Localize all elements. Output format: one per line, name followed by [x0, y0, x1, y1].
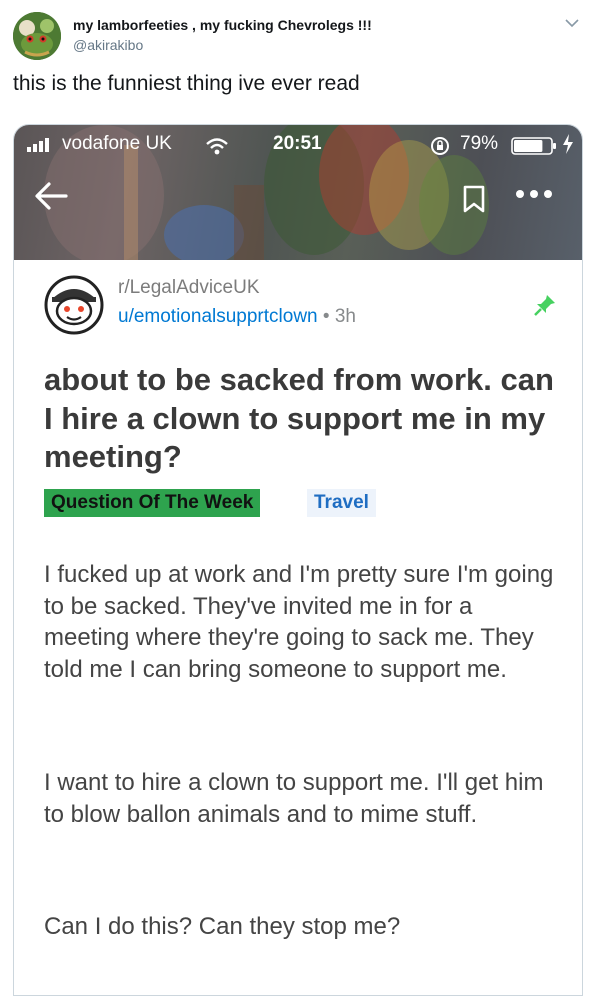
- pin-icon: [534, 295, 555, 316]
- rotation-lock-icon: [431, 137, 449, 155]
- user-handle[interactable]: @akirakibo: [73, 37, 143, 53]
- meta-separator: •: [322, 306, 330, 327]
- post-title[interactable]: about to be sacked from work. can I hire…: [44, 361, 564, 477]
- carrier-name: vodafone UK: [62, 133, 172, 154]
- charging-bolt-icon: [563, 134, 573, 154]
- back-arrow-icon[interactable]: [34, 181, 68, 211]
- display-name[interactable]: my lamborfeeties , my fucking Chevrolegs…: [73, 17, 372, 33]
- bookmark-icon[interactable]: [462, 185, 486, 213]
- flair-question-of-the-week[interactable]: Question Of The Week: [44, 489, 261, 517]
- tweet-header: my lamborfeeties , my fucking Chevrolegs…: [0, 0, 595, 70]
- post-body-paragraph: I want to hire a clown to support me. I'…: [44, 769, 544, 828]
- flair-travel[interactable]: Travel: [307, 489, 376, 517]
- snoo-avatar-icon[interactable]: [44, 275, 104, 335]
- phone-status-bar: vodafone UK 20:51 79%: [14, 125, 582, 165]
- post-meta: u/emotionalsupprtclown • 3h: [118, 306, 356, 328]
- post-body-paragraph: Can I do this? Can they stop me?: [44, 913, 401, 940]
- signal-icon: [27, 138, 49, 152]
- battery-percentage: 79%: [460, 133, 499, 154]
- tweet-text: this is the funniest thing ive ever read: [13, 72, 360, 95]
- post-body-paragraph: I fucked up at work and I'm pretty sure …: [44, 561, 554, 683]
- wifi-icon: [206, 138, 228, 155]
- more-options-icon[interactable]: [514, 188, 554, 200]
- battery-icon: [511, 137, 556, 155]
- user-avatar[interactable]: [13, 12, 61, 60]
- post-age: 3h: [334, 306, 356, 327]
- post-header-banner: vodafone UK 20:51 79%: [14, 125, 582, 260]
- post-author[interactable]: u/emotionalsupprtclown: [118, 306, 318, 327]
- status-time: 20:51: [273, 133, 322, 154]
- tweet-media-image[interactable]: vodafone UK 20:51 79% r/LegalAdviceUK u/…: [13, 124, 583, 996]
- chevron-down-icon[interactable]: [563, 14, 581, 32]
- frog-avatar-icon: [13, 12, 61, 60]
- subreddit-name[interactable]: r/LegalAdviceUK: [118, 277, 260, 299]
